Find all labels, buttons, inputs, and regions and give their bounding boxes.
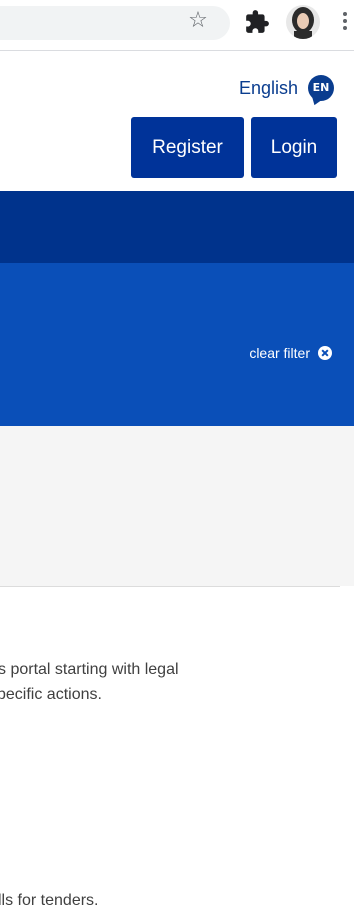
intro-text-line-2: pecific actions. bbox=[0, 686, 102, 703]
browser-toolbar: ☆ bbox=[0, 0, 354, 48]
kebab-menu-icon[interactable] bbox=[340, 10, 350, 36]
language-badge-icon[interactable]: EN bbox=[308, 75, 334, 101]
section-divider bbox=[0, 586, 340, 587]
page: ☆ English EN Register Login clear filter… bbox=[0, 0, 354, 921]
profile-photo-icon bbox=[292, 7, 314, 39]
toolbar-divider bbox=[0, 50, 354, 51]
intro-text-line-1: s portal starting with legal bbox=[0, 661, 179, 678]
language-switcher[interactable]: English EN bbox=[239, 74, 334, 102]
avatar[interactable] bbox=[286, 5, 320, 39]
login-button[interactable]: Login bbox=[251, 117, 337, 178]
language-label[interactable]: English bbox=[239, 78, 298, 99]
results-area bbox=[0, 426, 354, 586]
register-button[interactable]: Register bbox=[131, 117, 244, 178]
clear-filter-link[interactable]: clear filter bbox=[249, 345, 332, 361]
star-icon[interactable]: ☆ bbox=[185, 8, 211, 34]
close-circle-icon[interactable] bbox=[318, 346, 332, 360]
clear-filter-label[interactable]: clear filter bbox=[249, 345, 310, 361]
puzzle-icon[interactable] bbox=[244, 9, 270, 35]
navigation-bar bbox=[0, 191, 354, 263]
tenders-text-line: lls for tenders. bbox=[0, 892, 99, 909]
